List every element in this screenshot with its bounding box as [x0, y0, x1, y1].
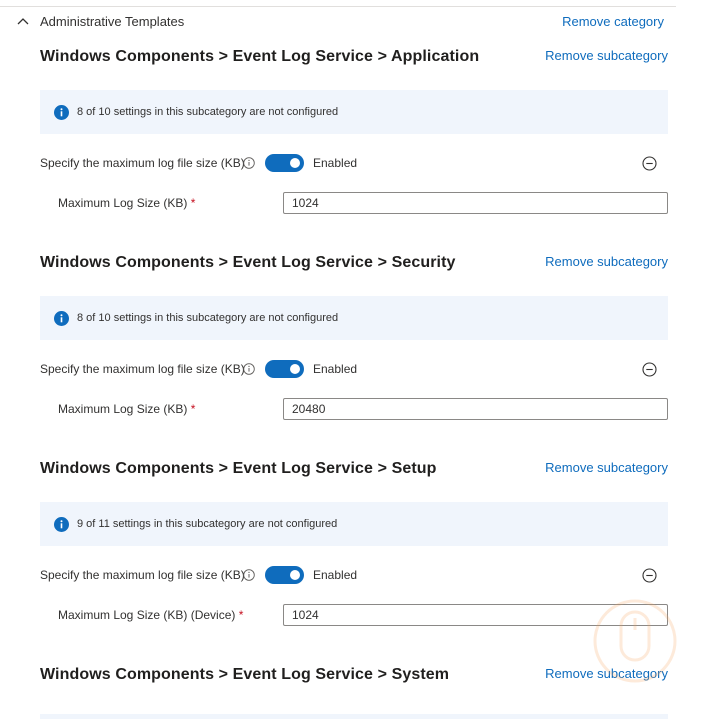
info-icon — [54, 105, 69, 120]
help-circle-icon[interactable] — [243, 157, 255, 169]
info-text: 9 of 11 settings in this subcategory are… — [77, 518, 338, 530]
field-label: Maximum Log Size (KB) (Device) * — [58, 608, 244, 622]
subcategory-application: Windows Components > Event Log Service >… — [0, 48, 676, 218]
info-icon — [54, 517, 69, 532]
remove-subcategory-link[interactable]: Remove subcategory — [545, 254, 668, 269]
mouse-watermark-icon — [593, 599, 677, 683]
enabled-toggle[interactable] — [265, 154, 304, 172]
top-divider — [0, 6, 676, 7]
field-label: Maximum Log Size (KB) * — [58, 402, 196, 416]
field-row: Maximum Log Size (KB) * — [58, 192, 668, 214]
info-bar: 9 of 11 settings in this subcategory are… — [40, 502, 668, 546]
help-circle-icon[interactable] — [243, 569, 255, 581]
setting-label: Specify the maximum log file size (KB) — [40, 362, 245, 376]
info-text: 8 of 10 settings in this subcategory are… — [77, 312, 339, 324]
subcategory-title: Windows Components > Event Log Service >… — [40, 254, 456, 271]
info-bar — [40, 714, 668, 719]
required-mark: * — [238, 608, 244, 622]
help-circle-icon[interactable] — [243, 363, 255, 375]
subcategory-system: Windows Components > Event Log Service >… — [0, 666, 676, 696]
chevron-up-icon[interactable] — [16, 16, 30, 26]
info-bar: 8 of 10 settings in this subcategory are… — [40, 90, 668, 134]
category-title: Administrative Templates — [40, 14, 185, 29]
category-header: Administrative Templates Remove category — [0, 12, 676, 34]
enabled-toggle[interactable] — [265, 360, 304, 378]
setting-label: Specify the maximum log file size (KB) — [40, 568, 245, 582]
subcategory-setup: Windows Components > Event Log Service >… — [0, 460, 676, 630]
remove-category-link[interactable]: Remove category — [562, 14, 664, 29]
info-bar: 8 of 10 settings in this subcategory are… — [40, 296, 668, 340]
remove-subcategory-link[interactable]: Remove subcategory — [545, 48, 668, 63]
toggle-knob — [290, 158, 300, 168]
settings-page: Administrative Templates Remove category… — [0, 0, 708, 719]
field-row: Maximum Log Size (KB) * — [58, 398, 668, 420]
toggle-knob — [290, 570, 300, 580]
toggle-knob — [290, 364, 300, 374]
setting-row: Specify the maximum log file size (KB) E… — [40, 152, 668, 174]
minus-circle-icon[interactable] — [642, 362, 657, 377]
setting-row: Specify the maximum log file size (KB) E… — [40, 358, 668, 380]
required-mark: * — [190, 402, 196, 416]
info-text: 8 of 10 settings in this subcategory are… — [77, 106, 339, 118]
toggle-label: Enabled — [313, 156, 358, 170]
toggle-label: Enabled — [313, 362, 358, 376]
info-icon — [54, 311, 69, 326]
minus-circle-icon[interactable] — [642, 568, 657, 583]
toggle-label: Enabled — [313, 568, 358, 582]
field-label: Maximum Log Size (KB) * — [58, 196, 196, 210]
max-log-size-input[interactable] — [283, 192, 668, 214]
max-log-size-input[interactable] — [283, 398, 668, 420]
subcategory-security: Windows Components > Event Log Service >… — [0, 254, 676, 424]
subcategory-title: Windows Components > Event Log Service >… — [40, 48, 480, 65]
enabled-toggle[interactable] — [265, 566, 304, 584]
required-mark: * — [190, 196, 196, 210]
setting-label: Specify the maximum log file size (KB) — [40, 156, 245, 170]
subcategory-title: Windows Components > Event Log Service >… — [40, 666, 450, 683]
setting-row: Specify the maximum log file size (KB) E… — [40, 564, 668, 586]
subcategory-title: Windows Components > Event Log Service >… — [40, 460, 437, 477]
field-row: Maximum Log Size (KB) (Device) * — [58, 604, 668, 626]
minus-circle-icon[interactable] — [642, 156, 657, 171]
remove-subcategory-link[interactable]: Remove subcategory — [545, 460, 668, 475]
